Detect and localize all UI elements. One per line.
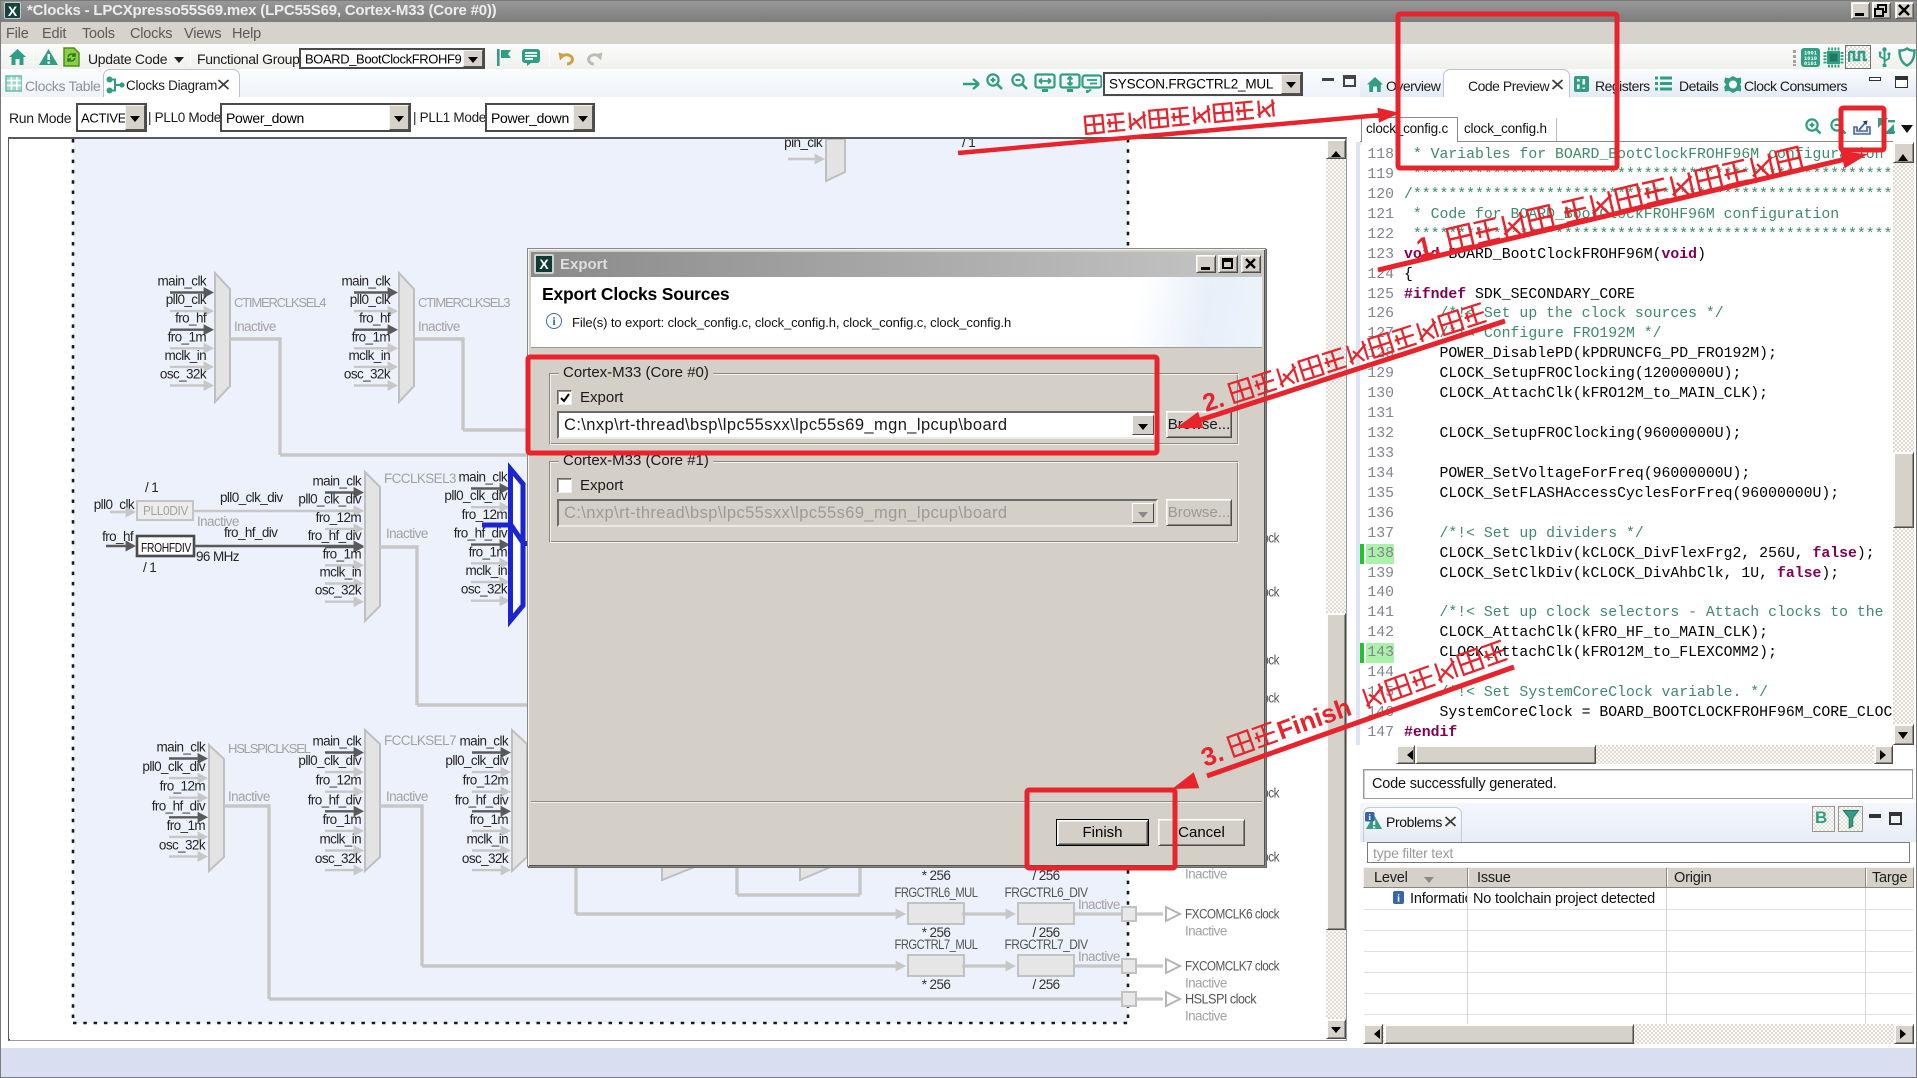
svg-text:fro_1m: fro_1m [352,329,391,344]
svg-text:0101: 0101 [1804,61,1817,67]
svg-text:osc_32k: osc_32k [315,851,362,866]
svg-text:mclk_in: mclk_in [164,348,206,363]
svg-text:i: i [1397,894,1400,905]
svg-text:fro_hf_div: fro_hf_div [455,792,509,807]
svg-text:pll0_clk: pll0_clk [350,292,391,307]
svg-text:mclk_in: mclk_in [319,832,361,847]
svg-text:FRGCTRL7_MUL: FRGCTRL7_MUL [895,937,979,952]
svg-text:mclk_in: mclk_in [348,348,390,363]
svg-text:CTIMERCLKSEL3: CTIMERCLKSEL3 [418,295,510,310]
svg-text:fro_hf: fro_hf [175,311,207,326]
svg-text:FRGCTRL6_MUL: FRGCTRL6_MUL [895,885,979,900]
svg-text:pin_clk: pin_clk [784,139,823,150]
svg-text:osc_32k: osc_32k [461,582,508,597]
svg-text:fro_hf_div: fro_hf_div [152,798,206,813]
svg-text:osc_32k: osc_32k [160,367,207,382]
svg-text:pll0_clk_div: pll0_clk_div [142,759,205,774]
svg-text:main_clk: main_clk [158,274,207,289]
svg-text:fro_1m: fro_1m [470,812,509,827]
svg-text:FXCOMCLK7 clock: FXCOMCLK7 clock [1185,959,1280,974]
svg-text:FRGCTRL6_DIV: FRGCTRL6_DIV [1005,885,1089,900]
svg-text:fro_1m: fro_1m [323,812,362,827]
svg-text:Inactive: Inactive [386,526,428,541]
svg-text:pll0_clk_div: pll0_clk_div [298,492,361,507]
svg-text:fro_1m: fro_1m [168,329,207,344]
svg-text:main_clk: main_clk [459,470,508,485]
svg-text:mclk_in: mclk_in [466,832,508,847]
svg-text:fro_12m: fro_12m [160,779,206,794]
svg-text:FXCOMCLK6 clock: FXCOMCLK6 clock [1185,907,1280,922]
svg-text:96 MHz: 96 MHz [196,549,240,564]
svg-text:fro_hf_div: fro_hf_div [454,526,508,541]
svg-text:fro_12m: fro_12m [316,510,362,525]
svg-text:Inactive: Inactive [1185,924,1227,939]
svg-text:main_clk: main_clk [460,734,509,749]
svg-text:pll0_clk_div: pll0_clk_div [298,753,361,768]
svg-text:/ 256: / 256 [1032,977,1059,992]
svg-text:fro_12m: fro_12m [316,773,362,788]
svg-text:Inactive: Inactive [1078,949,1120,964]
svg-text:FRGCTRL7_DIV: FRGCTRL7_DIV [1005,937,1089,952]
svg-text:/ 1: / 1 [145,480,158,495]
svg-text:fro_12m: fro_12m [463,773,509,788]
svg-text:mclk_in: mclk_in [465,563,507,578]
svg-text:main_clk: main_clk [313,734,362,749]
svg-text:Inactive: Inactive [228,789,270,804]
svg-text:osc_32k: osc_32k [159,838,206,853]
svg-text:osc_32k: osc_32k [315,583,362,598]
svg-text:fro_1m: fro_1m [167,818,206,833]
svg-text:mclk_in: mclk_in [319,565,361,580]
svg-text:pll0_clk_div: pll0_clk_div [445,753,508,768]
svg-text:pll0_clk_div: pll0_clk_div [220,490,283,505]
svg-text:fro_1m: fro_1m [469,544,508,559]
svg-text:fro_hf_div: fro_hf_div [308,528,362,543]
svg-text:osc_32k: osc_32k [344,367,391,382]
svg-text:* 256: * 256 [922,868,951,883]
svg-text:/ 1: / 1 [962,139,975,150]
svg-text:FROHFDIV: FROHFDIV [141,540,192,555]
svg-text:Inactive: Inactive [1185,1009,1227,1024]
svg-text:Inactive: Inactive [1078,897,1120,912]
svg-text:Inactive: Inactive [234,319,276,334]
svg-text:fro_hf_div: fro_hf_div [224,525,278,540]
svg-text:fro_1m: fro_1m [323,546,362,561]
svg-text:/ 256: / 256 [1032,868,1059,883]
svg-text:Inactive: Inactive [1185,867,1227,882]
svg-text:HSLSPI clock: HSLSPI clock [1185,992,1257,1007]
svg-text:Inactive: Inactive [386,789,428,804]
svg-text:fro_hf: fro_hf [102,529,134,544]
svg-text:FCCLKSEL3: FCCLKSEL3 [384,471,456,486]
svg-text:/ 1: / 1 [143,560,156,575]
svg-text:main_clk: main_clk [157,740,206,755]
svg-text:fro_12m: fro_12m [462,507,508,522]
svg-text:osc_32k: osc_32k [462,851,509,866]
svg-text:CTIMERCLKSEL4: CTIMERCLKSEL4 [234,295,326,310]
svg-text:* 256: * 256 [922,977,951,992]
svg-text:fro_hf: fro_hf [359,311,391,326]
svg-text:PLL0DIV: PLL0DIV [143,503,189,518]
svg-text:main_clk: main_clk [342,274,391,289]
svg-text:FCCLKSEL7: FCCLKSEL7 [384,733,456,748]
svg-text:Inactive: Inactive [418,319,460,334]
svg-text:fro_hf_div: fro_hf_div [308,792,362,807]
svg-text:main_clk: main_clk [313,474,362,489]
svg-text:Inactive: Inactive [1185,976,1227,991]
svg-text:pll0_clk_div: pll0_clk_div [444,488,507,503]
svg-text:pll0_clk: pll0_clk [166,292,207,307]
